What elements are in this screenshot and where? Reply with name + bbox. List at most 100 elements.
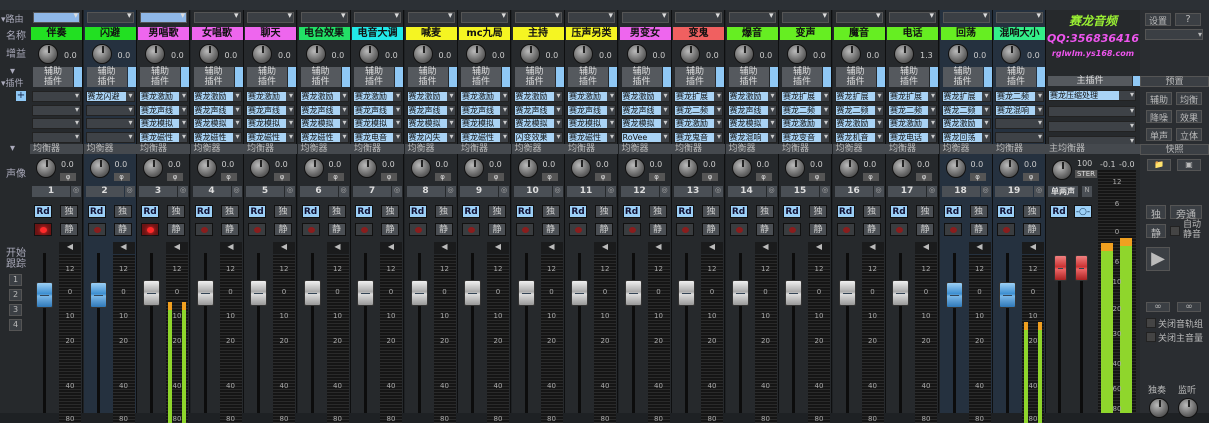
plugin-slot[interactable]: 赛龙磁性	[567, 131, 616, 143]
plugin-slot[interactable]: 赛龙声线	[139, 104, 188, 116]
routing-dropdown[interactable]	[514, 11, 562, 23]
bypass-button[interactable]: 旁通	[1170, 205, 1202, 221]
speaker-icon[interactable]: ◀	[487, 242, 509, 254]
plugin-toggle[interactable]	[502, 77, 510, 87]
speaker-icon[interactable]: ◀	[112, 242, 135, 254]
channel-name[interactable]: 闪避	[84, 27, 136, 40]
volume-fader[interactable]	[838, 280, 856, 306]
phase-invert-button[interactable]: φ	[488, 173, 504, 181]
plugin-slot[interactable]: 赛龙电音	[353, 131, 402, 143]
plugin-slot[interactable]	[32, 131, 81, 143]
speaker-icon[interactable]: ◀	[166, 242, 188, 254]
mute-button[interactable]: 静	[595, 223, 613, 236]
aux-toggle[interactable]	[395, 67, 403, 77]
solo-button[interactable]: 独	[916, 205, 934, 218]
channel-link-button[interactable]: ◎	[873, 186, 884, 197]
record-ready-button[interactable]: Rd	[943, 205, 962, 218]
pan-knob[interactable]	[250, 158, 270, 178]
record-arm-button[interactable]	[248, 223, 266, 236]
plugin-slot[interactable]: 赛龙闪失	[406, 131, 456, 143]
channel-name[interactable]: 主持	[512, 27, 564, 40]
channel-link-button[interactable]: ◎	[766, 186, 777, 197]
phase-invert-button[interactable]: φ	[327, 173, 344, 181]
plugin-slot[interactable]: 赛龙模拟	[620, 118, 670, 129]
plugin-slot[interactable]	[32, 104, 81, 116]
record-ready-button[interactable]: Rd	[34, 205, 52, 218]
plugin-button[interactable]: 插件	[247, 77, 287, 87]
plugin-toggle[interactable]	[769, 77, 778, 87]
solo-button[interactable]: 独	[220, 205, 239, 218]
solo-button[interactable]: 独	[702, 205, 720, 218]
volume-fader[interactable]	[143, 280, 160, 306]
plugin-toggle[interactable]	[983, 77, 992, 87]
plugin-toggle[interactable]	[288, 77, 296, 87]
routing-dropdown[interactable]	[942, 11, 990, 23]
pan-knob[interactable]	[624, 158, 645, 178]
record-arm-button[interactable]	[676, 223, 694, 236]
record-arm-button[interactable]	[408, 223, 427, 236]
plugin-slot[interactable]: 赛龙激励	[139, 91, 188, 102]
plugin-label[interactable]: ▾插件	[1, 76, 24, 89]
record-ready-button[interactable]: Rd	[301, 205, 320, 218]
route-label[interactable]: ▾路由	[1, 12, 24, 25]
master-plugin-slot[interactable]	[1048, 121, 1136, 132]
speaker-icon[interactable]: ◀	[594, 242, 616, 254]
solo-button[interactable]: 独	[327, 205, 346, 218]
volume-fader[interactable]	[89, 282, 107, 308]
mute-button[interactable]: 静	[381, 223, 399, 236]
eq-button[interactable]: 均衡器	[672, 144, 725, 154]
mute-button[interactable]: 静	[167, 223, 185, 236]
gain-knob[interactable]	[680, 44, 700, 64]
plugin-toggle[interactable]	[234, 77, 243, 87]
routing-dropdown[interactable]	[996, 11, 1043, 23]
routing-dropdown[interactable]	[86, 11, 134, 23]
eq-button[interactable]: 均衡器	[725, 144, 779, 154]
plugin-slot[interactable]: 赛龙激励	[246, 91, 295, 102]
record-ready-button[interactable]: Rd	[783, 205, 801, 218]
plugin-slot[interactable]: 赛龙扩展	[781, 91, 830, 102]
plugin-toggle[interactable]	[716, 77, 724, 87]
plugin-slot[interactable]	[85, 118, 135, 129]
record-arm-button[interactable]	[890, 223, 908, 236]
volume-fader[interactable]	[731, 280, 749, 306]
plugin-slot[interactable]: 赛龙声线	[299, 104, 349, 116]
phase-invert-button[interactable]: φ	[969, 173, 986, 181]
aux-toggle[interactable]	[983, 67, 992, 77]
aux-toggle[interactable]	[609, 67, 617, 77]
record-ready-button[interactable]: Rd	[194, 205, 213, 218]
channel-link-button[interactable]: ◎	[178, 186, 188, 197]
record-ready-button[interactable]: Rd	[836, 205, 855, 218]
solo-button[interactable]: 独	[648, 205, 667, 218]
master-fader-right[interactable]	[1075, 255, 1088, 281]
plugin-toggle[interactable]	[448, 77, 457, 87]
pan-knob[interactable]	[892, 158, 912, 178]
aux-button[interactable]: 辅助	[835, 67, 876, 77]
channel-name[interactable]: 喊麦	[405, 27, 457, 40]
mute-button[interactable]: 静	[434, 223, 453, 236]
plugin-slot[interactable]	[32, 118, 81, 129]
close-track-group-checkbox[interactable]	[1146, 318, 1156, 328]
pan-knob[interactable]	[196, 158, 217, 178]
routing-dropdown[interactable]	[835, 11, 883, 23]
plugin-toggle[interactable]	[74, 77, 82, 87]
channel-name[interactable]: 变声	[780, 27, 831, 40]
phase-invert-button[interactable]: φ	[113, 173, 130, 181]
phase-invert-button[interactable]: φ	[862, 173, 879, 181]
volume-fader[interactable]	[945, 282, 963, 308]
speaker-icon[interactable]: ◀	[915, 242, 937, 254]
channel-link-button[interactable]: ◎	[285, 186, 295, 197]
phase-invert-button[interactable]: φ	[220, 173, 237, 181]
plugin-slot[interactable]: 赛龙模拟	[406, 118, 456, 129]
pan-knob[interactable]	[678, 158, 698, 178]
normalize-button[interactable]: N	[1082, 186, 1092, 197]
aux-toggle[interactable]	[234, 67, 243, 77]
mute-button[interactable]: 静	[274, 223, 292, 236]
routing-dropdown[interactable]	[193, 11, 241, 23]
plugin-slot[interactable]	[85, 104, 135, 116]
gain-knob[interactable]	[145, 44, 165, 64]
channel-link-button[interactable]: ◎	[980, 186, 991, 197]
solo-button[interactable]: 独	[595, 205, 613, 218]
eq-button[interactable]: 均衡器	[511, 144, 565, 154]
record-ready-button[interactable]: Rd	[408, 205, 427, 218]
record-arm-button[interactable]	[515, 223, 534, 236]
